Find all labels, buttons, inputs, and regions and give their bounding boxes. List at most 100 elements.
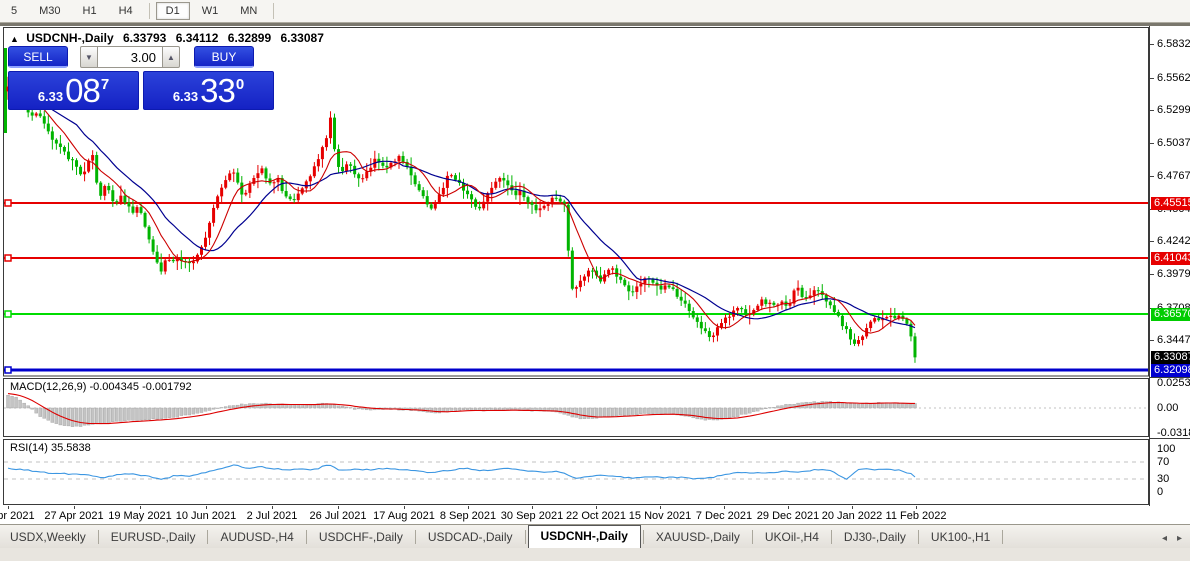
rsi-label: RSI(14) 35.5838 xyxy=(10,442,91,454)
status-strip xyxy=(0,547,1190,561)
tab-separator xyxy=(306,530,307,544)
timeframe-button-mn[interactable]: MN xyxy=(230,2,267,20)
date-tick-label: 17 Aug 2021 xyxy=(373,510,435,522)
chart-tab-usdx-weekly[interactable]: USDX,Weekly xyxy=(0,527,96,548)
price-tick-mark xyxy=(1150,110,1154,111)
chart-tab-usdcnh-daily[interactable]: USDCNH-,Daily xyxy=(528,525,641,548)
timeframe-button-m30[interactable]: M30 xyxy=(29,2,70,20)
timeframe-button-w1[interactable]: W1 xyxy=(192,2,229,20)
level-line-handle[interactable] xyxy=(5,255,11,261)
price-tick-label: 6.52995 xyxy=(1157,104,1190,116)
price-tick-mark xyxy=(1150,78,1154,79)
date-tick-label: 7 Dec 2021 xyxy=(696,510,752,522)
tab-separator xyxy=(643,530,644,544)
date-axis[interactable]: 5 Apr 202127 Apr 202119 May 202110 Jun 2… xyxy=(0,506,1190,524)
indicator-tick-label: 0.025357 xyxy=(1157,377,1190,389)
level-line-handle[interactable] xyxy=(5,367,11,373)
tab-separator xyxy=(98,530,99,544)
price-axis[interactable]: 6.583206.556206.529956.503706.476706.450… xyxy=(1149,26,1190,506)
indicator-tick-label: 0 xyxy=(1157,486,1163,498)
timeframe-toolbar: 5M30H1H4 D1W1MN xyxy=(0,0,1190,23)
tab-separator xyxy=(415,530,416,544)
chart-tab-usdchf-daily[interactable]: USDCHF-,Daily xyxy=(309,527,413,548)
timeframe-button-h4[interactable]: H4 xyxy=(109,2,143,20)
timeframe-button-d1[interactable]: D1 xyxy=(156,2,190,20)
date-tick-label: 8 Sep 2021 xyxy=(440,510,496,522)
ohlc-high: 6.34112 xyxy=(176,31,219,45)
sell-price-main: 08 xyxy=(65,74,100,108)
date-tick-mark xyxy=(140,506,141,509)
timeframe-button-5[interactable]: 5 xyxy=(1,2,27,20)
price-tick-label: 6.39795 xyxy=(1157,268,1190,280)
sell-price-box[interactable]: 6.33 08 7 xyxy=(8,71,139,110)
rsi-frame xyxy=(4,440,1149,505)
chart-tab-uk100-h1[interactable]: UK100-,H1 xyxy=(921,527,1000,548)
price-tick-label: 6.55620 xyxy=(1157,72,1190,84)
volume-stepper: ▼ ▲ xyxy=(80,46,180,68)
chart-tab-eurusd-daily[interactable]: EURUSD-,Daily xyxy=(101,527,206,548)
tab-separator xyxy=(752,530,753,544)
indicator-tick-label: 70 xyxy=(1157,456,1169,468)
ohlc-open: 6.33793 xyxy=(123,31,166,45)
volume-up-icon[interactable]: ▲ xyxy=(162,46,180,68)
date-tick-mark xyxy=(272,506,273,509)
tab-separator xyxy=(207,530,208,544)
price-tick-mark xyxy=(1150,241,1154,242)
price-tick-mark xyxy=(1150,274,1154,275)
buy-button[interactable]: BUY xyxy=(194,46,254,68)
price-flag: 6.45515 xyxy=(1151,197,1190,210)
tab-separator xyxy=(525,530,526,544)
tab-separator xyxy=(918,530,919,544)
one-click-trading-panel: SELL ▼ ▲ BUY 6.33 08 7 6.33 33 0 xyxy=(8,46,274,110)
date-tick-mark xyxy=(724,506,725,509)
sell-price-pip: 7 xyxy=(101,76,109,93)
chart-tab-audusd-h4[interactable]: AUDUSD-,H4 xyxy=(210,527,303,548)
price-flag: 6.32098 xyxy=(1151,364,1190,377)
date-tick-label: 2 Jul 2021 xyxy=(247,510,298,522)
sell-button[interactable]: SELL xyxy=(8,46,68,68)
panel-splitter[interactable] xyxy=(1149,438,1190,439)
price-flag: 6.36570 xyxy=(1151,308,1190,321)
price-tick-mark xyxy=(1150,176,1154,177)
chart-tab-ukoil-h4[interactable]: UKOil-,H4 xyxy=(755,527,829,548)
date-tick-label: 27 Apr 2021 xyxy=(44,510,103,522)
timeframe-button-h1[interactable]: H1 xyxy=(73,2,107,20)
tab-scroll-left-icon[interactable]: ◂ xyxy=(1162,533,1167,544)
indicator-tick-label: 100 xyxy=(1157,443,1175,455)
chart-symbol-label: USDCNH-,Daily xyxy=(26,31,113,45)
date-tick-label: 19 May 2021 xyxy=(108,510,172,522)
level-line-handle[interactable] xyxy=(5,311,11,317)
price-tick-mark xyxy=(1150,143,1154,144)
sell-price-prefix: 6.33 xyxy=(38,89,63,104)
chart-tab-dj30-daily[interactable]: DJ30-,Daily xyxy=(834,527,916,548)
ohlc-low: 6.32899 xyxy=(228,31,271,45)
date-tick-mark xyxy=(852,506,853,509)
buy-price-pip: 0 xyxy=(236,76,244,93)
collapse-triangle-icon[interactable]: ▲ xyxy=(10,34,19,44)
indicator-tick-label: 30 xyxy=(1157,473,1169,485)
date-tick-mark xyxy=(404,506,405,509)
chart-tab-usdcad-daily[interactable]: USDCAD-,Daily xyxy=(418,527,523,548)
date-tick-label: 15 Nov 2021 xyxy=(629,510,691,522)
date-tick-label: 26 Jul 2021 xyxy=(310,510,367,522)
buy-price-prefix: 6.33 xyxy=(173,89,198,104)
level-line-handle[interactable] xyxy=(5,200,11,206)
volume-down-icon[interactable]: ▼ xyxy=(80,46,98,68)
toolbar-separator xyxy=(273,3,274,19)
volume-input[interactable] xyxy=(98,46,162,68)
date-tick-mark xyxy=(206,506,207,509)
rsi-indicator-panel[interactable] xyxy=(0,438,1190,506)
date-tick-label: 29 Dec 2021 xyxy=(757,510,819,522)
date-tick-mark xyxy=(788,506,789,509)
chart-tab-xauusd-daily[interactable]: XAUUSD-,Daily xyxy=(646,527,750,548)
date-tick-label: 30 Sep 2021 xyxy=(501,510,563,522)
date-tick-mark xyxy=(8,506,9,509)
buy-price-box[interactable]: 6.33 33 0 xyxy=(143,71,274,110)
tab-separator xyxy=(831,530,832,544)
date-tick-label: 10 Jun 2021 xyxy=(176,510,237,522)
date-tick-mark xyxy=(596,506,597,509)
panel-splitter[interactable] xyxy=(1149,377,1190,378)
price-flag: 6.33087 xyxy=(1151,351,1190,364)
tab-scroll-right-icon[interactable]: ▸ xyxy=(1177,533,1182,544)
toolbar-separator xyxy=(149,3,150,19)
